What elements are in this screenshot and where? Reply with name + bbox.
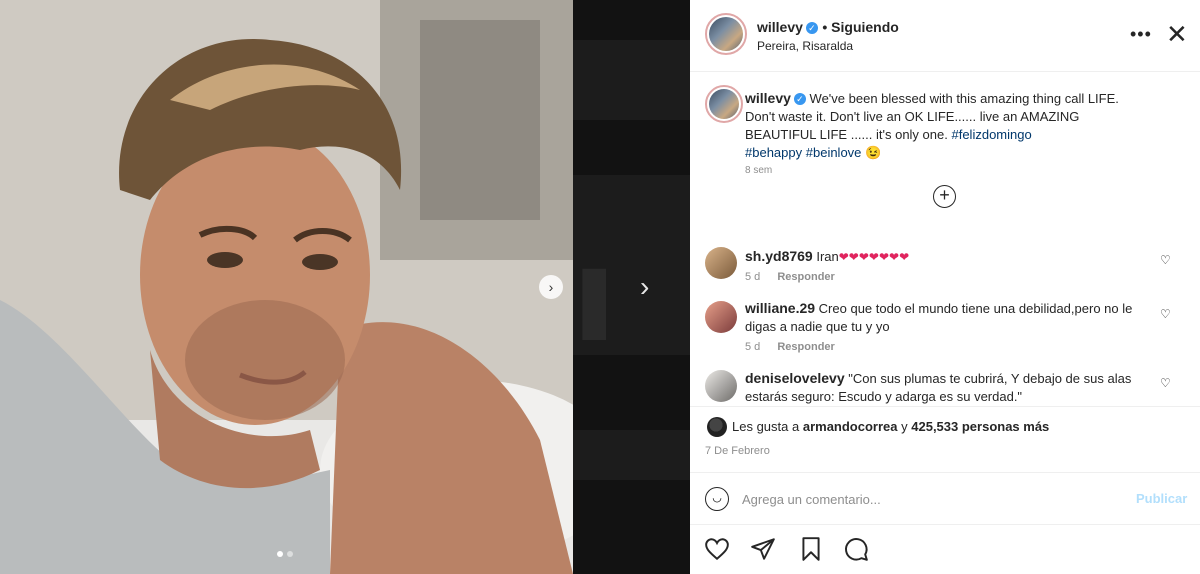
divider	[690, 406, 1200, 407]
caption-username[interactable]: willevy	[745, 90, 791, 106]
more-options-icon[interactable]: •••	[1130, 24, 1152, 45]
carousel-dot	[277, 551, 283, 557]
post-actions	[690, 530, 1200, 570]
commenter-avatar[interactable]	[705, 247, 737, 279]
comment-item: williane.29 Creo que todo el mundo tiene…	[745, 299, 1155, 336]
comment-meta: 5 d Responder	[745, 341, 849, 353]
post-caption: willevy ✓ We've been blessed with this am…	[745, 89, 1145, 162]
commenter-avatar[interactable]	[705, 301, 737, 333]
comment-username[interactable]: sh.yd8769	[745, 248, 813, 264]
add-comment-bar: ◡ Publicar	[690, 472, 1200, 525]
likes-connector: y	[901, 419, 908, 434]
load-more-comments-icon[interactable]: +	[933, 185, 956, 208]
comment-bubble-icon[interactable]	[843, 536, 869, 562]
comment-username[interactable]: deniselovelevy	[745, 370, 845, 386]
comment-item: sh.yd8769 Iran❤❤❤❤❤❤❤	[745, 247, 1155, 266]
liker-avatar[interactable]	[707, 417, 727, 437]
follow-status[interactable]: • Siguiendo	[822, 19, 898, 35]
backdrop-thumb	[573, 430, 690, 480]
reply-button[interactable]: Responder	[777, 271, 834, 283]
comment-timestamp[interactable]: 5 d	[745, 271, 760, 283]
publish-button[interactable]: Publicar	[1136, 491, 1187, 506]
commenter-avatar[interactable]	[705, 370, 737, 402]
post-side-panel: willevy ✓ • Siguiendo Pereira, Risaralda …	[690, 0, 1200, 574]
post-photo[interactable]: ›	[0, 0, 573, 574]
author-line: willevy ✓ • Siguiendo	[757, 19, 899, 37]
comment-text: Iran	[816, 249, 839, 264]
post-modal: › ▌ › willevy ✓ • Siguiendo Pereira, Risa…	[0, 0, 1200, 574]
photo-illustration	[0, 0, 573, 574]
next-post-arrow-icon[interactable]: ›	[640, 272, 664, 302]
post-location[interactable]: Pereira, Risaralda	[757, 39, 853, 53]
caption-author-avatar[interactable]	[705, 85, 743, 123]
likes-summary[interactable]: Les gusta a armandocorrea y 425,533 pers…	[732, 419, 1049, 434]
hashtag-link[interactable]: #behappy	[745, 145, 802, 160]
comment-username[interactable]: williane.29	[745, 300, 815, 316]
avatar-image	[709, 89, 739, 119]
save-bookmark-icon[interactable]	[798, 536, 824, 562]
avatar-image	[709, 17, 743, 51]
backdrop-thumb	[573, 40, 690, 120]
verified-badge-icon: ✓	[805, 22, 818, 34]
liker-username[interactable]: armandocorrea	[803, 419, 898, 434]
backdrop-shape: ▌	[583, 270, 630, 340]
close-icon[interactable]: ✕	[1166, 21, 1188, 47]
author-avatar[interactable]	[705, 13, 747, 55]
comment-item: deniselovelevy "Con sus plumas te cubrir…	[745, 369, 1155, 405]
verified-badge-icon: ✓	[793, 93, 806, 105]
hashtag-link[interactable]: #felizdomingo	[951, 127, 1031, 142]
emoji-picker-icon[interactable]: ◡	[705, 487, 729, 511]
hashtag-link[interactable]: #beinlove	[806, 145, 862, 160]
modal-backdrop[interactable]: ▌	[573, 0, 690, 574]
reply-button[interactable]: Responder	[777, 341, 834, 353]
carousel-next-button[interactable]: ›	[539, 275, 563, 299]
share-paper-plane-icon[interactable]	[750, 536, 776, 562]
comment-hearts: ❤❤❤❤❤❤❤	[838, 250, 910, 264]
comment-meta: 5 d Responder	[745, 271, 849, 283]
carousel-dot	[287, 551, 293, 557]
caption-timestamp[interactable]: 8 sem	[745, 165, 772, 176]
comment-input[interactable]	[742, 488, 1082, 510]
carousel-indicator	[277, 551, 293, 557]
comment-like-heart-icon[interactable]: ♡	[1160, 376, 1171, 390]
author-username[interactable]: willevy	[757, 19, 803, 35]
likes-count[interactable]: 425,533 personas más	[911, 419, 1049, 434]
comment-timestamp[interactable]: 5 d	[745, 341, 760, 353]
comment-like-heart-icon[interactable]: ♡	[1160, 307, 1171, 321]
like-heart-icon[interactable]	[704, 536, 730, 562]
comment-like-heart-icon[interactable]: ♡	[1160, 253, 1171, 267]
likes-prefix: Les gusta a	[732, 419, 800, 434]
post-date[interactable]: 7 De Febrero	[705, 445, 770, 457]
post-header: willevy ✓ • Siguiendo Pereira, Risaralda …	[690, 0, 1200, 72]
wink-emoji: 😉	[865, 145, 882, 160]
